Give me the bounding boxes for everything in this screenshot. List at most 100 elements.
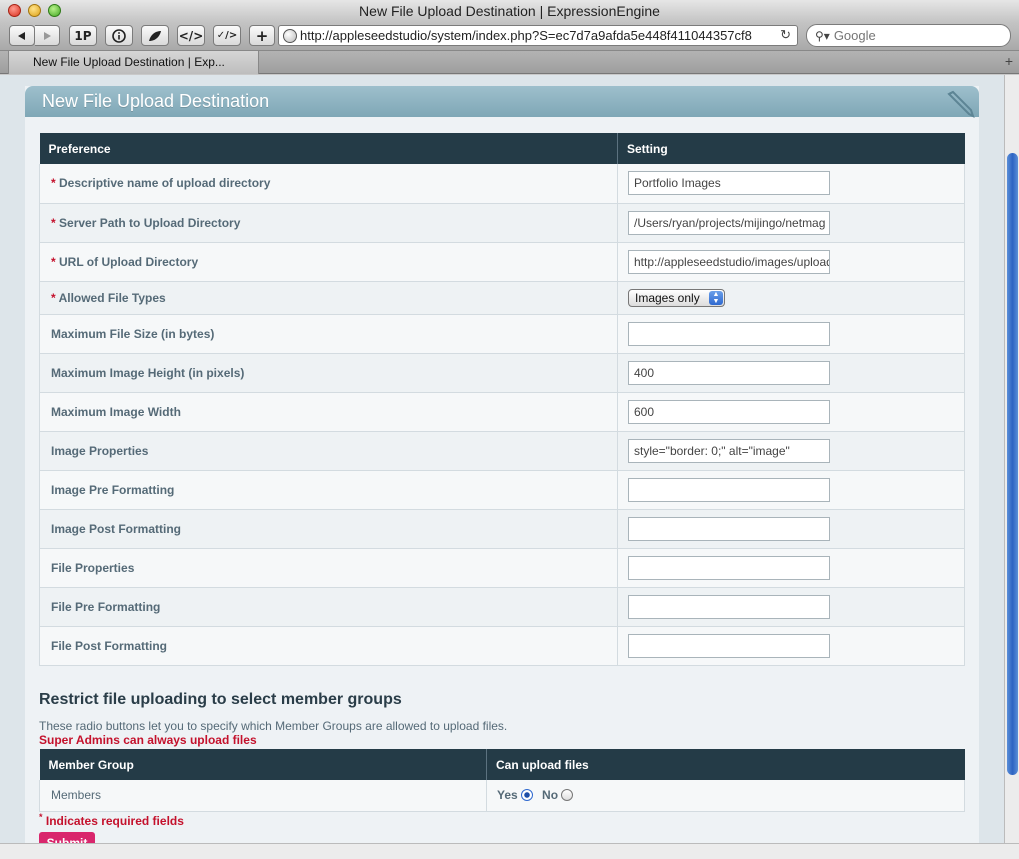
tab-current[interactable]: New File Upload Destination | Exp... [8, 51, 259, 74]
setting-input[interactable]: 600 [628, 399, 830, 424]
required-marker: * [39, 812, 43, 822]
preference-label: Image Post Formatting [51, 521, 182, 536]
address-bar[interactable]: http://appleseedstudio/system/index.php?… [278, 25, 798, 46]
table-row: Maximum Image Height (in pixels) 400 [39, 353, 965, 393]
submit-button[interactable]: Submit [39, 832, 95, 843]
radio-yes-label: Yes [497, 787, 518, 802]
setting-cell [617, 470, 965, 510]
vertical-scroll-thumb[interactable] [1007, 153, 1018, 775]
table-row: File Post Formatting [39, 626, 965, 666]
preference-label: File Post Formatting [51, 638, 168, 653]
preference-label-cell: Maximum Image Height (in pixels) [39, 353, 618, 393]
forward-arrow-icon[interactable] [35, 25, 60, 46]
preference-label-cell: File Properties [39, 548, 618, 588]
setting-input[interactable]: style="border: 0;" alt="image" [628, 438, 830, 463]
validate-button[interactable]: ✓/> [213, 25, 241, 46]
page-title: New File Upload Destination [42, 91, 270, 111]
page-viewport: New File Upload Destination Preference S… [0, 75, 1004, 843]
allowed-file-types-select[interactable]: Images only ▲ ▼ [628, 288, 725, 307]
table-row: * URL of Upload Directory http://applesee… [39, 242, 965, 282]
setting-cell: 400 [617, 353, 965, 393]
preference-label: Allowed File Types [58, 290, 166, 305]
preference-label-cell: * Descriptive name of upload directory [39, 164, 618, 204]
column-header-setting: Setting [617, 133, 965, 164]
preference-label: File Properties [51, 560, 135, 575]
table-row: Image Post Formatting [39, 509, 965, 549]
new-tab-icon[interactable]: + [1005, 53, 1013, 69]
member-groups-heading: Restrict file uploading to select member… [39, 691, 402, 708]
setting-cell [617, 314, 965, 354]
radio-no[interactable] [561, 788, 574, 801]
minimize-window-icon[interactable] [28, 4, 41, 17]
zoom-window-icon[interactable] [48, 4, 61, 17]
horizontal-scrollbar[interactable] [0, 843, 1019, 859]
setting-input[interactable]: /Users/ryan/projects/mijingo/netmag [628, 210, 830, 235]
setting-input[interactable] [628, 516, 830, 541]
search-input[interactable] [833, 28, 994, 43]
column-header-preference: Preference [39, 133, 618, 164]
column-header-member-group: Member Group [39, 749, 487, 780]
setting-cell: Images only ▲ ▼ [617, 281, 965, 315]
preference-label: Maximum File Size (in bytes) [51, 326, 215, 341]
preference-label-cell: Maximum File Size (in bytes) [39, 314, 618, 354]
upload-permission-cell: Yes No [486, 780, 965, 812]
setting-input[interactable]: 400 [628, 360, 830, 385]
table-row: * Server Path to Upload Directory/Users/… [39, 203, 965, 243]
window-title: New File Upload Destination | Expression… [359, 3, 660, 19]
info-button[interactable] [105, 25, 133, 46]
setting-input[interactable] [628, 633, 830, 658]
table-row: * Allowed File Types Images only ▲ ▼ [39, 281, 965, 315]
table-row: Maximum File Size (in bytes) [39, 314, 965, 354]
setting-cell [617, 548, 965, 588]
preference-label: Image Pre Formatting [51, 482, 175, 497]
radio-yes[interactable] [520, 788, 533, 801]
required-note-text: Indicates required fields [45, 814, 184, 828]
super-admin-warning: Super Admins can always upload files [39, 733, 257, 747]
member-group-name: Members [39, 780, 487, 812]
setting-input[interactable]: http://appleseedstudio/images/uploads/ [628, 249, 830, 274]
vertical-scrollbar[interactable] [1004, 75, 1019, 843]
table-row: Members Yes No [39, 780, 965, 812]
required-asterisk: * [51, 215, 56, 230]
preference-label-cell: * URL of Upload Directory [39, 242, 618, 282]
preference-label-cell: Image Post Formatting [39, 509, 618, 549]
setting-input[interactable]: Portfolio Images [628, 171, 830, 196]
reload-icon[interactable]: ↻ [777, 27, 791, 43]
search-icon[interactable]: ⚲▾ [815, 29, 830, 43]
table-row: Image Pre Formatting [39, 470, 965, 510]
member-groups-table: Member Group Can upload files Members Ye… [39, 749, 965, 812]
info-icon [112, 28, 126, 43]
tab-bar: New File Upload Destination | Exp... + [0, 50, 1019, 74]
address-url[interactable]: http://appleseedstudio/system/index.php?… [300, 28, 752, 43]
preference-label-cell: Image Pre Formatting [39, 470, 618, 510]
add-bookmark-button[interactable]: + [249, 25, 275, 46]
table-row: File Pre Formatting [39, 587, 965, 627]
setting-input[interactable] [628, 321, 830, 346]
setting-cell: http://appleseedstudio/images/uploads/ [617, 242, 965, 282]
window-titlebar: New File Upload Destination | Expression… [0, 0, 1019, 22]
close-window-icon[interactable] [8, 4, 21, 17]
preference-label-cell: File Post Formatting [39, 626, 618, 666]
search-field[interactable]: ⚲▾ [806, 24, 1011, 47]
setting-cell [617, 509, 965, 549]
browser-toolbar: 1P </> ✓/> + http://appleseedstudio/syst… [0, 22, 1019, 50]
leaf-icon[interactable] [141, 25, 169, 46]
preference-label: URL of Upload Directory [59, 254, 199, 269]
setting-input[interactable] [628, 594, 830, 619]
onepassword-button[interactable]: 1P [69, 25, 97, 46]
preference-label-cell: * Server Path to Upload Directory [39, 203, 618, 243]
back-arrow-icon[interactable] [9, 25, 35, 46]
setting-input[interactable] [628, 477, 830, 502]
setting-input[interactable] [628, 555, 830, 580]
table-row: Image Properties style="border: 0;" alt="… [39, 431, 965, 471]
table-row: * Descriptive name of upload directory Po… [39, 164, 965, 204]
preference-label-cell: Maximum Image Width [39, 392, 618, 432]
setting-cell: /Users/ryan/projects/mijingo/netmag [617, 203, 965, 243]
required-fields-note: * Indicates required fields [39, 812, 184, 828]
preference-label-cell: Image Properties [39, 431, 618, 471]
globe-icon [283, 28, 297, 43]
preference-label: Descriptive name of upload directory [59, 176, 271, 191]
view-source-button[interactable]: </> [177, 25, 205, 46]
preference-label: Image Properties [51, 443, 149, 458]
pencil-icon [947, 90, 975, 118]
